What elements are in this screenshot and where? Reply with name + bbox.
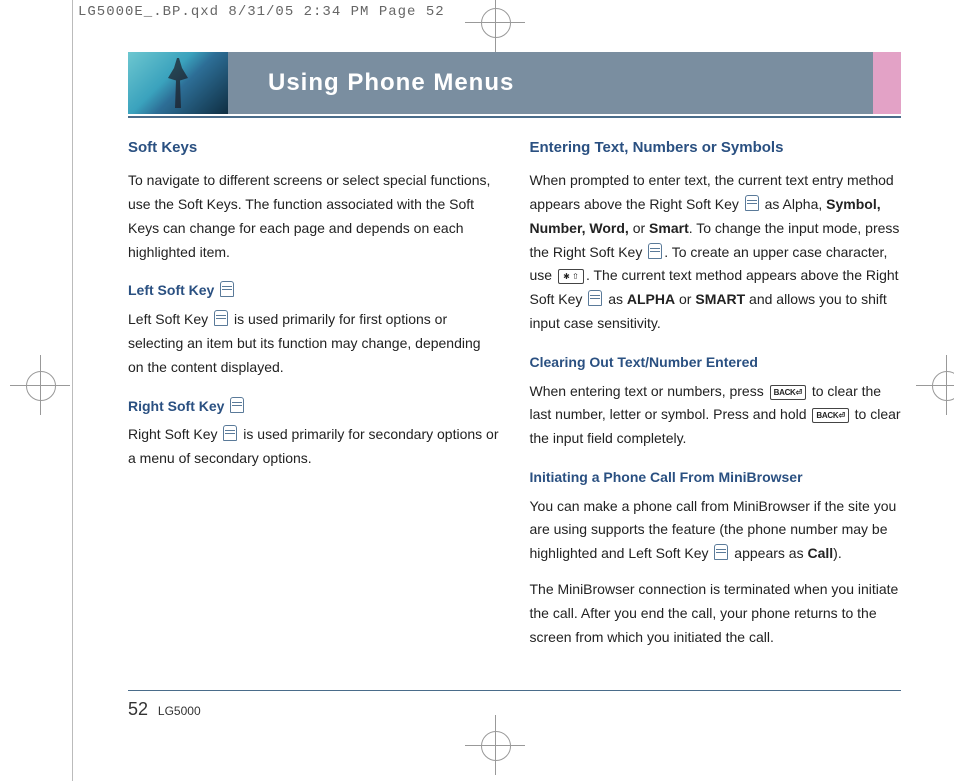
para-minibrowser-call-2: The MiniBrowser connection is terminated… bbox=[530, 578, 902, 649]
softkey-icon bbox=[214, 310, 228, 326]
softkey-icon bbox=[220, 281, 234, 297]
softkey-icon bbox=[588, 290, 602, 306]
para-entering-text: When prompted to enter text, the current… bbox=[530, 169, 902, 336]
heading-minibrowser-call: Initiating a Phone Call From MiniBrowser bbox=[530, 467, 902, 489]
para-left-soft-key: Left Soft Key is used primarily for firs… bbox=[128, 308, 500, 379]
content-area: Soft Keys To navigate to different scree… bbox=[128, 136, 901, 661]
crop-info-text: LG5000E_.BP.qxd 8/31/05 2:34 PM Page 52 bbox=[78, 4, 445, 20]
back-button-icon: BACK⏎ bbox=[770, 385, 806, 400]
heading-left-soft-key: Left Soft Key bbox=[128, 280, 500, 302]
heading-entering-text: Entering Text, Numbers or Symbols bbox=[530, 136, 902, 159]
para-clearing-text: When entering text or numbers, press BAC… bbox=[530, 380, 902, 451]
page-title: Using Phone Menus bbox=[268, 69, 514, 97]
model-label: LG5000 bbox=[158, 704, 201, 718]
softkey-icon bbox=[230, 397, 244, 413]
para-soft-keys: To navigate to different screens or sele… bbox=[128, 169, 500, 264]
back-button-icon: BACK⏎ bbox=[812, 408, 848, 423]
footer-rule bbox=[128, 690, 901, 691]
softkey-icon bbox=[648, 243, 662, 259]
header-rule bbox=[128, 116, 901, 118]
softkey-icon bbox=[745, 195, 759, 211]
header-accent bbox=[873, 52, 901, 114]
page-number: 52 bbox=[128, 699, 148, 719]
header-title-wrap: Using Phone Menus bbox=[228, 52, 873, 114]
header-bar: Using Phone Menus bbox=[128, 52, 901, 114]
left-column: Soft Keys To navigate to different scree… bbox=[128, 136, 500, 661]
softkey-icon bbox=[714, 544, 728, 560]
heading-clearing-text: Clearing Out Text/Number Entered bbox=[530, 352, 902, 374]
footer: 52 LG5000 bbox=[128, 690, 901, 720]
page-rule bbox=[72, 0, 73, 781]
heading-right-soft-key: Right Soft Key bbox=[128, 396, 500, 418]
softkey-icon bbox=[223, 425, 237, 441]
para-right-soft-key: Right Soft Key is used primarily for sec… bbox=[128, 423, 500, 471]
heading-soft-keys: Soft Keys bbox=[128, 136, 500, 159]
star-shift-icon: ✱ ⇧ bbox=[558, 269, 584, 284]
right-column: Entering Text, Numbers or Symbols When p… bbox=[530, 136, 902, 661]
para-minibrowser-call-1: You can make a phone call from MiniBrows… bbox=[530, 495, 902, 566]
header-image bbox=[128, 52, 228, 114]
